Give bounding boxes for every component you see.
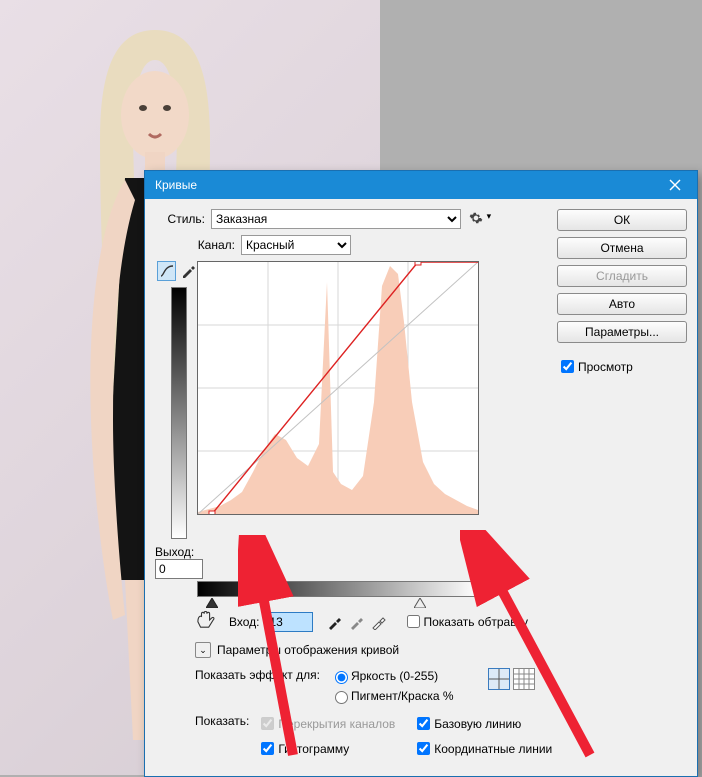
curves-dialog: Кривые Стиль: Заказная ▾ Канал: [144, 170, 698, 777]
cb-histogram[interactable]: Гистограмму [257, 739, 395, 758]
dialog-title: Кривые [155, 178, 197, 192]
eyedropper-white-icon[interactable] [371, 614, 387, 630]
preview-checkbox[interactable]: Просмотр [557, 357, 687, 376]
grid-simple-icon[interactable] [488, 668, 510, 690]
style-label: Стиль: [155, 212, 205, 226]
eyedropper-gray-icon[interactable] [349, 614, 365, 630]
white-point-slider[interactable] [414, 598, 426, 608]
show-effect-label: Показать эффект для: [195, 668, 320, 682]
auto-button[interactable]: Авто [557, 293, 687, 315]
display-options-label: Параметры отображения кривой [217, 643, 399, 657]
curve-point-black [209, 511, 215, 514]
input-gradient[interactable] [197, 581, 479, 597]
input-field[interactable] [265, 612, 313, 632]
channel-label: Канал: [185, 238, 235, 252]
input-label: Вход: [229, 615, 259, 629]
pencil-tool-icon[interactable] [178, 261, 197, 281]
hand-tool-icon[interactable] [195, 611, 217, 632]
radio-brightness[interactable]: Яркость (0-255) [330, 668, 454, 684]
close-button[interactable] [653, 171, 697, 199]
cb-gridlines[interactable]: Координатные линии [413, 739, 552, 758]
close-icon [669, 179, 681, 191]
curve-point-white [415, 262, 421, 265]
cancel-button[interactable]: Отмена [557, 237, 687, 259]
output-field[interactable] [155, 559, 203, 579]
eyedropper-black-icon[interactable] [327, 614, 343, 630]
display-options-toggle[interactable]: ⌄ [195, 642, 211, 658]
output-gradient [171, 287, 187, 539]
output-label: Выход: [155, 545, 197, 559]
cb-channel-overlay[interactable]: Перекрытия каналов [257, 714, 395, 733]
grid-detailed-icon[interactable] [513, 668, 535, 690]
channel-select[interactable]: Красный [241, 235, 351, 255]
gear-icon[interactable]: ▾ [469, 211, 491, 228]
dialog-titlebar[interactable]: Кривые [145, 171, 697, 199]
radio-pigment[interactable]: Пигмент/Краска % [330, 688, 454, 704]
curve-tool-icon[interactable] [157, 261, 176, 281]
curves-graph[interactable] [197, 261, 479, 515]
style-select[interactable]: Заказная [211, 209, 461, 229]
show-clipping-checkbox[interactable]: Показать обтравку [403, 612, 528, 631]
ok-button[interactable]: ОК [557, 209, 687, 231]
smooth-button[interactable]: Сгладить [557, 265, 687, 287]
cb-baseline[interactable]: Базовую линию [413, 714, 552, 733]
params-button[interactable]: Параметры... [557, 321, 687, 343]
show-label: Показать: [195, 714, 249, 728]
black-point-slider[interactable] [206, 598, 218, 608]
